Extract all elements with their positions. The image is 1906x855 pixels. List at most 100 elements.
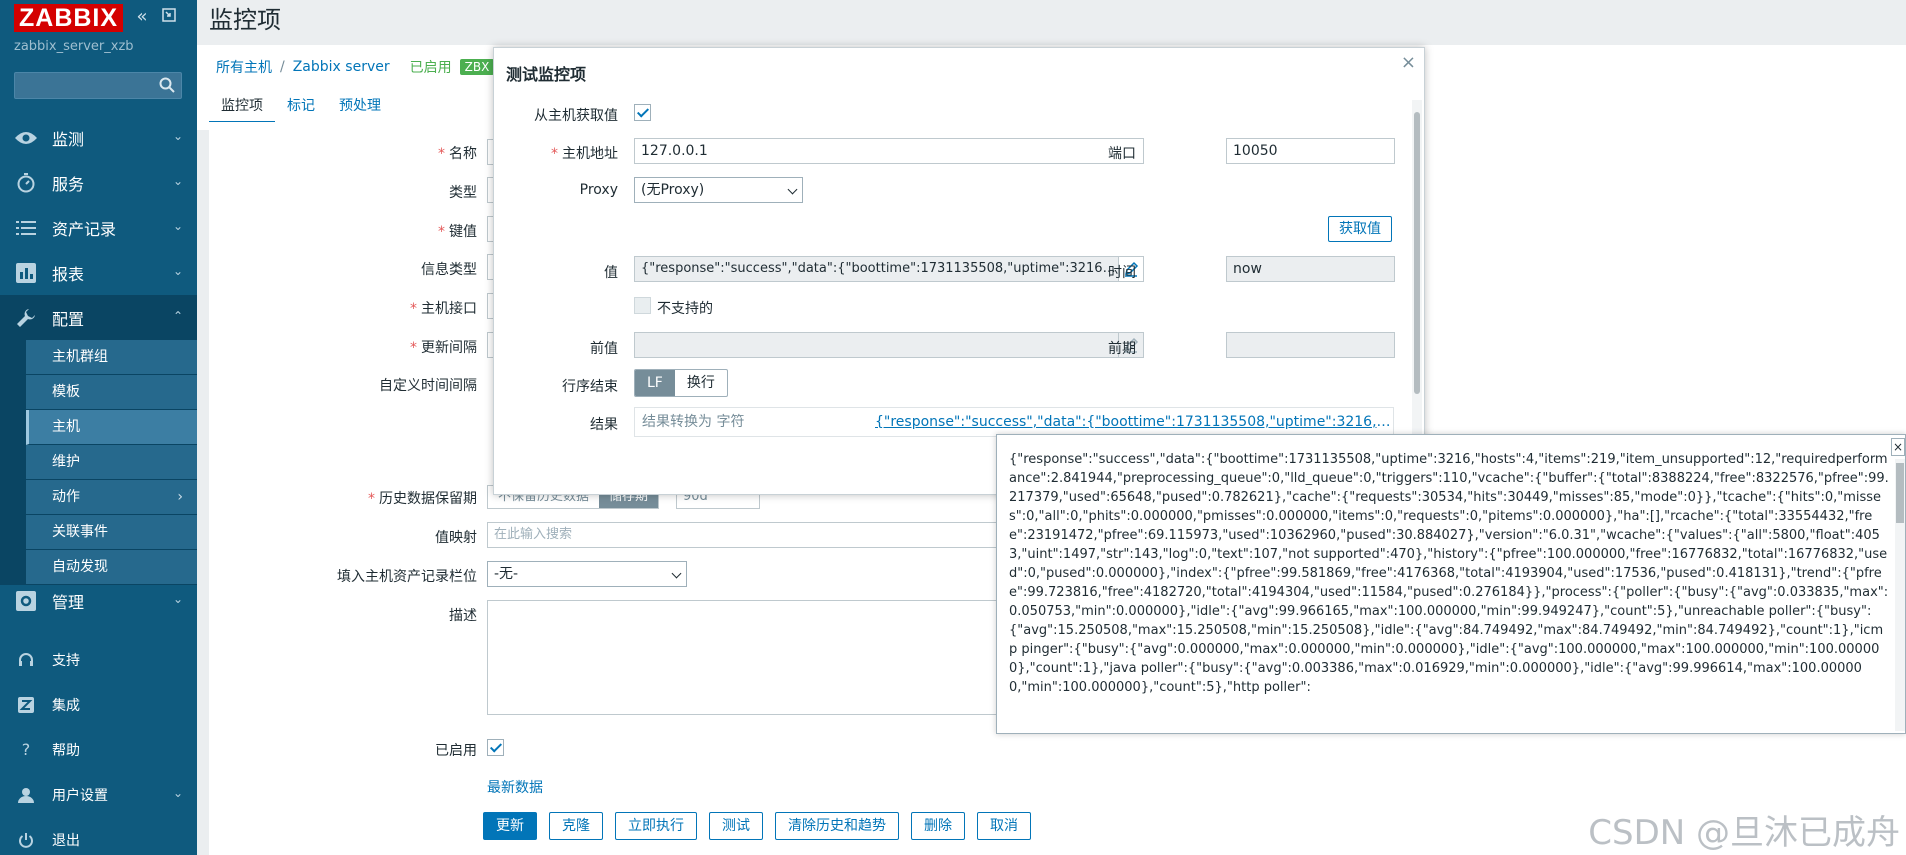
watermark: CSDN @旦沐已成舟 <box>1588 813 1900 853</box>
tab-tags[interactable]: 标记 <box>275 91 327 123</box>
latest-data-link[interactable]: 最新数据 <box>487 777 543 797</box>
get-value-button[interactable]: 获取值 <box>1328 216 1392 242</box>
menu-item-inventory[interactable]: 资产记录 ⌄ <box>0 205 197 250</box>
menu-item-configuration[interactable]: 配置 ⌃ <box>0 295 197 340</box>
hintbox-text: {"response":"success","data":{"boottime"… <box>1009 452 1889 695</box>
menu-item-monitoring[interactable]: 监测 ⌄ <box>0 115 197 160</box>
update-button[interactable]: 更新 <box>483 812 537 840</box>
label-result: 结果 <box>590 417 618 433</box>
label-eol: 行序结束 <box>562 379 618 395</box>
result-type: 结果转换为 字符 <box>642 414 745 430</box>
time-input[interactable]: now <box>1226 256 1395 282</box>
bar-chart-icon <box>14 261 38 285</box>
scrollbar-thumb[interactable] <box>1896 463 1904 523</box>
result-box: 结果转换为 字符 {"response":"success","data":{"… <box>634 407 1395 437</box>
breadcrumb: 所有主机 / Zabbix server 已启用 ZBX <box>216 57 495 77</box>
submenu-item-maintenance[interactable]: 维护 <box>26 445 197 480</box>
scrollbar-thumb[interactable] <box>1414 112 1420 394</box>
clone-button[interactable]: 克隆 <box>549 812 603 840</box>
result-value-link[interactable]: {"response":"success","data":{"boottime"… <box>875 408 1395 436</box>
menu-item-help[interactable]: ? 帮助 <box>0 727 197 772</box>
menu-item-reports[interactable]: 报表 ⌄ <box>0 250 197 295</box>
not-supported-checkbox[interactable] <box>634 297 651 314</box>
zbx-badge: ZBX <box>459 59 495 75</box>
wrench-icon <box>14 306 38 330</box>
label-history: * 历史数据保留期 <box>368 491 477 507</box>
menu-item-user-settings[interactable]: 用户设置 ⌄ <box>0 772 197 817</box>
label-port: 端口 <box>1108 146 1136 162</box>
close-icon[interactable]: × <box>1401 52 1416 73</box>
zabbix-z-icon <box>14 693 38 717</box>
eol-crlf-option[interactable]: 换行 <box>675 370 727 396</box>
menu-label: 用户设置 <box>52 787 108 804</box>
label-host-address: * 主机地址 <box>551 146 618 162</box>
submenu-item-hosts[interactable]: 主机 <box>26 410 197 445</box>
submenu-item-event-correlation[interactable]: 关联事件 <box>26 515 197 550</box>
item-tabs: 监控项 标记 预处理 <box>209 91 393 123</box>
label-key: * 键值 <box>438 224 477 240</box>
label-value: 值 <box>604 265 618 281</box>
get-from-host-checkbox[interactable] <box>634 104 651 121</box>
main-menu: 监测 ⌄ 服务 ⌄ 资产记录 ⌄ 报表 ⌄ 配置 ⌃ 主机群组 模板 主机 维护 <box>0 115 197 585</box>
not-supported-label: 不支持的 <box>657 301 713 317</box>
chevron-down-icon: ⌄ <box>172 592 183 606</box>
test-button[interactable]: 测试 <box>709 812 763 840</box>
list-icon <box>14 216 38 240</box>
valuemap-search-input[interactable]: 在此输入搜索 <box>487 522 997 548</box>
tab-preprocessing[interactable]: 预处理 <box>327 91 393 123</box>
label-prev-time: 前期 <box>1108 341 1136 357</box>
enabled-checkbox[interactable] <box>487 739 504 756</box>
inventory-select[interactable]: -无- <box>487 561 687 587</box>
proxy-select[interactable]: (无Proxy) <box>634 177 803 203</box>
submenu-item-templates[interactable]: 模板 <box>26 375 197 410</box>
port-input[interactable]: 10050 <box>1226 138 1395 164</box>
label-get-from-host: 从主机获取值 <box>534 108 618 124</box>
hintbox-scrollbar[interactable] <box>1895 459 1905 731</box>
stopwatch-icon <box>14 171 38 195</box>
label-prev-value: 前值 <box>590 341 618 357</box>
eol-lf-option[interactable]: LF <box>635 370 675 396</box>
user-icon <box>14 783 38 807</box>
eye-icon <box>14 126 38 150</box>
label-description: 描述 <box>449 608 477 624</box>
menu-item-support[interactable]: 支持 <box>0 637 197 682</box>
sidebar-search-input[interactable] <box>19 76 154 95</box>
host-status[interactable]: 已启用 <box>410 57 452 77</box>
cancel-button[interactable]: 取消 <box>977 812 1031 840</box>
chevron-down-icon <box>787 184 798 195</box>
delete-button[interactable]: 删除 <box>911 812 965 840</box>
kiosk-mode-icon[interactable] <box>160 8 178 26</box>
clear-history-button[interactable]: 清除历史和趋势 <box>775 812 899 840</box>
server-name: zabbix_server_xzb <box>14 39 134 54</box>
eol-toggle: LF 换行 <box>634 369 728 397</box>
result-hintbox: × {"response":"success","data":{"boottim… <box>996 434 1906 734</box>
collapse-sidebar-icon[interactable]: « <box>133 8 151 26</box>
sidebar-search <box>14 72 182 99</box>
description-textarea[interactable] <box>487 600 997 715</box>
menu-label: 帮助 <box>52 742 80 759</box>
question-icon: ? <box>21 740 31 759</box>
breadcrumb-host[interactable]: Zabbix server <box>293 59 390 75</box>
prev-time-input <box>1226 332 1395 358</box>
menu-item-services[interactable]: 服务 ⌄ <box>0 160 197 205</box>
chevron-down-icon <box>671 568 682 579</box>
menu-label: 报表 <box>52 264 85 284</box>
menu-item-integrations[interactable]: 集成 <box>0 682 197 727</box>
zabbix-logo[interactable]: ZABBIX <box>14 4 124 32</box>
menu-label: 支持 <box>52 652 80 669</box>
bottom-menu: 支持 集成 ? 帮助 用户设置 ⌄ 退出 <box>0 637 197 855</box>
execute-now-button[interactable]: 立即执行 <box>615 812 697 840</box>
submenu-item-host-groups[interactable]: 主机群组 <box>26 340 197 375</box>
search-icon[interactable] <box>158 76 176 94</box>
label-inventory: 填入主机资产记录栏位 <box>337 569 477 585</box>
menu-item-signout[interactable]: 退出 <box>0 817 197 855</box>
sidebar: ZABBIX « zabbix_server_xzb 监测 ⌄ 服务 ⌄ 资产记… <box>0 0 197 855</box>
submenu-label: 动作 <box>52 489 80 505</box>
breadcrumb-all-hosts[interactable]: 所有主机 <box>216 57 272 77</box>
page-title: 监控项 <box>209 6 281 34</box>
breadcrumb-separator: / <box>280 59 285 75</box>
menu-item-administration[interactable]: 管理 ⌄ <box>0 578 197 623</box>
submenu-item-actions[interactable]: 动作 › <box>26 480 197 515</box>
close-icon[interactable]: × <box>1891 438 1905 456</box>
tab-item[interactable]: 监控项 <box>209 91 275 123</box>
